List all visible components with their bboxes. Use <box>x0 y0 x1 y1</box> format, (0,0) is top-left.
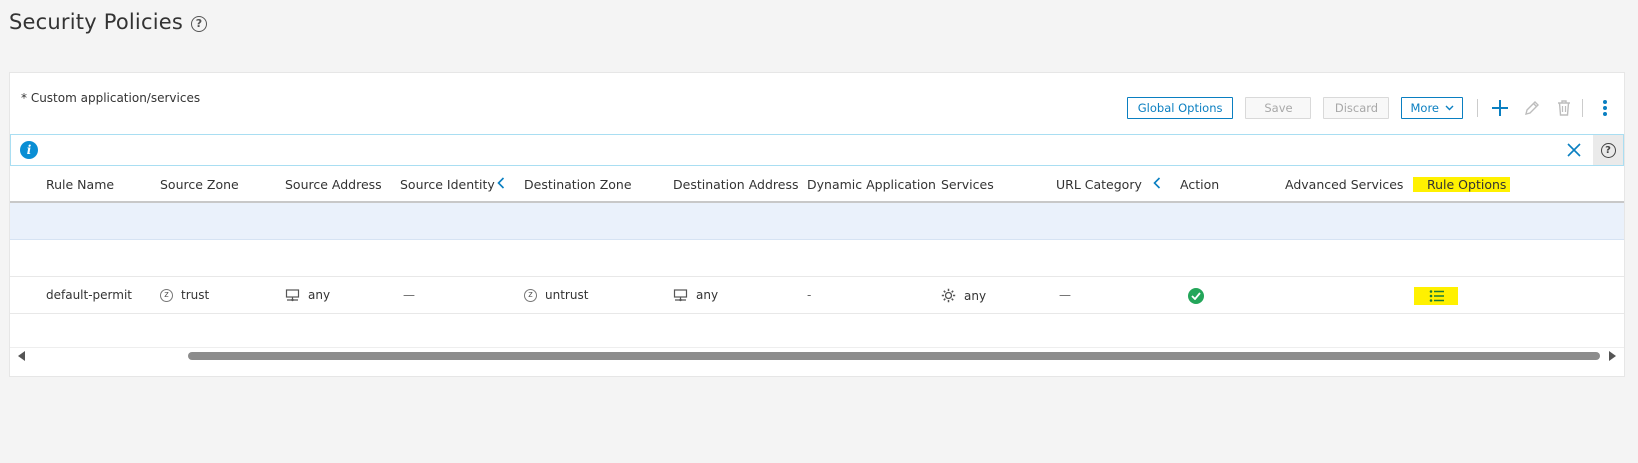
col-source-identity[interactable]: Source Identity <box>400 177 495 192</box>
more-dropdown-button[interactable]: More <box>1401 97 1463 119</box>
custom-app-note: * Custom application/services <box>21 91 201 105</box>
page-title: Security Policies <box>9 10 183 34</box>
table-row-empty-2[interactable] <box>10 314 1624 351</box>
destination-zone-value: untrust <box>545 288 589 302</box>
cell-rule-options[interactable] <box>1414 287 1458 305</box>
cell-destination-address: any <box>673 288 718 302</box>
info-icon: i <box>20 141 38 159</box>
table-row-empty[interactable] <box>10 240 1624 277</box>
col-services[interactable]: Services <box>941 177 994 192</box>
toolbar: Global Options Save Discard More <box>1126 93 1624 123</box>
plus-icon[interactable] <box>1487 95 1513 121</box>
page-header: Security Policies ? <box>9 10 207 34</box>
col-action[interactable]: Action <box>1180 177 1219 192</box>
more-label: More <box>1410 101 1439 115</box>
table-row[interactable]: default-permit z trust any — z untrust a… <box>10 277 1624 314</box>
trash-icon[interactable] <box>1551 95 1577 121</box>
network-address-icon <box>285 288 300 302</box>
col-rule-name[interactable]: Rule Name <box>46 177 114 192</box>
policies-panel: * Custom application/services Global Opt… <box>9 72 1625 377</box>
cell-source-address: any <box>285 288 330 302</box>
toolbar-divider-2 <box>1582 99 1583 117</box>
check-circle-icon <box>1188 288 1204 304</box>
info-help-button[interactable]: ? <box>1593 135 1623 165</box>
table-row-selected[interactable] <box>10 203 1624 240</box>
col-url-category[interactable]: URL Category <box>1056 177 1142 192</box>
horizontal-scrollbar[interactable] <box>10 347 1624 361</box>
zone-icon: z <box>524 288 537 302</box>
cell-source-identity: — <box>403 288 415 302</box>
toolbar-divider <box>1477 99 1478 117</box>
help-icon[interactable]: ? <box>190 15 207 32</box>
close-icon[interactable] <box>1565 141 1583 159</box>
zone-icon: z <box>160 288 173 302</box>
scroll-right-icon[interactable] <box>1609 351 1616 361</box>
save-button[interactable]: Save <box>1245 97 1312 119</box>
cell-rule-name[interactable]: default-permit <box>46 288 132 302</box>
cell-source-zone: z trust <box>160 288 209 302</box>
help-icon: ? <box>1600 142 1616 158</box>
table-header: Rule Name Source Zone Source Address Sou… <box>10 166 1624 203</box>
scroll-left-icon[interactable] <box>18 351 25 361</box>
destination-address-value: any <box>696 288 719 302</box>
cell-services: any <box>941 288 986 303</box>
scrollbar-thumb[interactable] <box>188 352 1600 360</box>
discard-button[interactable]: Discard <box>1323 97 1390 119</box>
cell-action <box>1188 288 1204 304</box>
global-options-button[interactable]: Global Options <box>1126 97 1234 119</box>
col-source-address[interactable]: Source Address <box>285 177 382 192</box>
chevron-down-icon <box>1445 105 1454 111</box>
policies-table: Rule Name Source Zone Source Address Sou… <box>10 166 1624 351</box>
col-dynamic-application[interactable]: Dynamic Application <box>807 177 936 192</box>
source-zone-value: trust <box>181 288 210 302</box>
cell-url-category: — <box>1059 288 1071 302</box>
col-destination-address[interactable]: Destination Address <box>673 177 798 192</box>
col-destination-zone[interactable]: Destination Zone <box>524 177 632 192</box>
col-source-zone[interactable]: Source Zone <box>160 177 239 192</box>
col-rule-options[interactable]: Rule Options <box>1413 177 1511 192</box>
pencil-icon[interactable] <box>1519 95 1545 121</box>
source-address-value: any <box>308 288 331 302</box>
collapse-url-chevron-icon[interactable] <box>1151 174 1163 192</box>
col-advanced-services[interactable]: Advanced Services <box>1285 177 1403 192</box>
network-address-icon <box>673 288 688 302</box>
info-bar: i ? <box>10 134 1624 166</box>
list-icon[interactable] <box>1414 287 1458 305</box>
cell-destination-zone: z untrust <box>524 288 588 302</box>
services-value: any <box>964 288 987 303</box>
collapse-source-chevron-icon[interactable] <box>495 174 507 192</box>
gear-icon <box>941 288 956 303</box>
cell-dynamic-application: - <box>807 288 812 302</box>
kebab-menu-icon[interactable] <box>1592 95 1618 121</box>
